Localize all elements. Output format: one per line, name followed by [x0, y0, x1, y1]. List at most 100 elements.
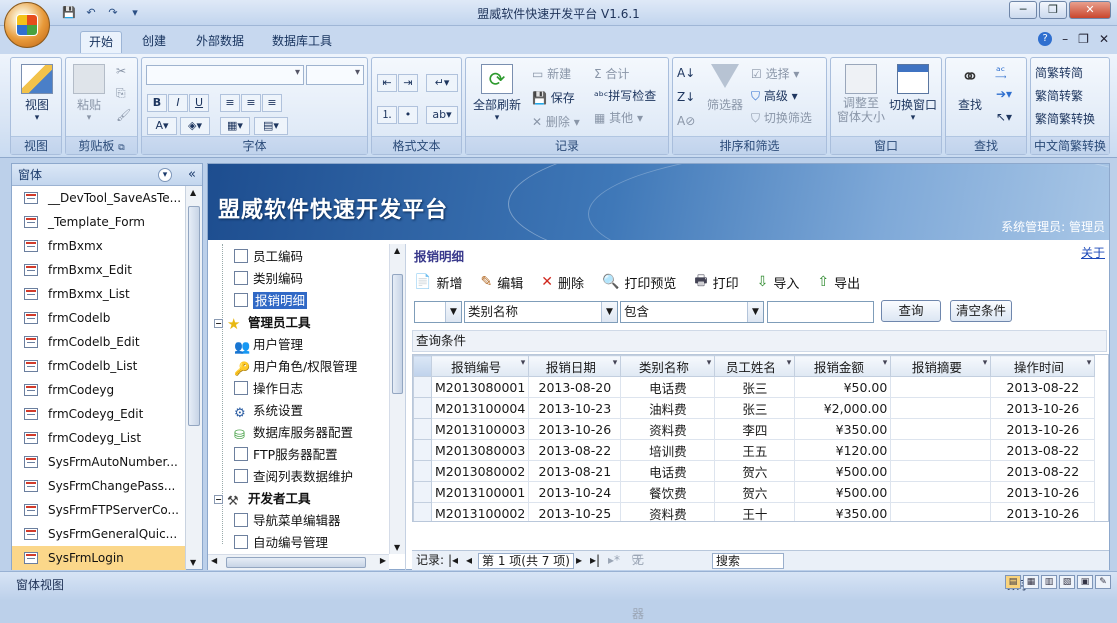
italic-icon[interactable]: I — [168, 94, 188, 112]
table-row[interactable]: M2013080001 2013-08-20 电话费 张三 ¥50.00 2013-08-… — [413, 376, 1096, 398]
add-button[interactable]: 📄 新增 — [414, 270, 462, 294]
table-cell[interactable]: 贺六 — [714, 481, 796, 503]
table-cell[interactable]: ¥500.00 — [794, 460, 892, 482]
table-cell[interactable]: 餐饮费 — [620, 481, 716, 503]
filter-field-combo[interactable]: 类别名称 ▼ — [464, 301, 618, 323]
nav-item[interactable]: SysFrmAutoNumber... — [12, 450, 186, 474]
totals-button[interactable]: Σ 合计 — [594, 65, 629, 82]
ribbon-minimize-icon[interactable]: – — [1062, 32, 1068, 46]
filter-value-input[interactable] — [767, 301, 874, 323]
nav-dropdown-icon[interactable]: ▾ — [158, 168, 172, 182]
datasheet-view-icon[interactable]: ▦ — [1023, 575, 1039, 589]
row-selector[interactable] — [413, 460, 432, 482]
nav-item[interactable]: frmCodeyg_List — [12, 426, 186, 450]
clear-conditions-button[interactable]: 清空条件 — [950, 300, 1012, 322]
table-cell[interactable] — [890, 397, 992, 419]
design-view-icon[interactable]: ✎ — [1095, 575, 1111, 589]
tree-vscrollbar[interactable]: ▲ ▼ — [389, 244, 405, 554]
table-cell[interactable]: ¥2,000.00 — [794, 397, 892, 419]
selection-button[interactable]: ☑ 选择 ▾ — [751, 65, 799, 82]
table-cell[interactable]: 2013-10-26 — [990, 481, 1096, 503]
table-cell[interactable]: M2013100004 — [430, 397, 530, 419]
table-cell[interactable]: 2013-10-26 — [528, 418, 622, 440]
row-selector[interactable] — [413, 397, 432, 419]
font-size-combo[interactable] — [306, 65, 364, 85]
switch-window-button[interactable]: 切换窗口 ▾ — [887, 64, 939, 123]
tree-node[interactable]: − ★ 管理员工具 — [214, 312, 311, 334]
ribbon-restore-icon[interactable]: ❐ — [1078, 32, 1089, 46]
table-row[interactable]: M2013100004 2013-10-23 油料费 张三 ¥2,000.00 2013-… — [413, 397, 1096, 419]
table-cell[interactable]: ¥350.00 — [794, 502, 892, 521]
table-cell[interactable]: ¥350.00 — [794, 418, 892, 440]
row-selector[interactable] — [413, 418, 432, 440]
tab-database-tools[interactable]: 数据库工具 — [264, 31, 340, 53]
table-cell[interactable]: 2013-08-20 — [528, 376, 622, 398]
record-search-input[interactable]: 搜索 — [712, 553, 784, 569]
tree-hscroll-thumb[interactable] — [226, 557, 366, 568]
edit-button[interactable]: ✎ 编辑 — [480, 270, 523, 294]
delete-button[interactable]: ✕ 删除 — [541, 270, 584, 294]
rtl-icon[interactable]: ↵▾ — [426, 74, 458, 92]
font-family-combo[interactable] — [146, 65, 304, 85]
table-cell[interactable]: 2013-08-22 — [990, 376, 1096, 398]
table-cell[interactable]: 资料费 — [620, 418, 716, 440]
nav-item[interactable]: SysFrmChangePass... — [12, 474, 186, 498]
new-record-nav-icon[interactable]: ▸* — [608, 551, 620, 569]
office-button[interactable] — [4, 2, 50, 48]
nav-item[interactable]: frmCodeyg — [12, 378, 186, 402]
underline-icon[interactable]: U — [189, 94, 209, 112]
table-row[interactable]: M2013100003 2013-10-26 资料费 李四 ¥350.00 2013-10… — [413, 418, 1096, 440]
table-cell[interactable]: 2013-10-26 — [990, 397, 1096, 419]
table-cell[interactable]: 电话费 — [620, 460, 716, 482]
table-cell[interactable] — [890, 439, 992, 461]
table-cell[interactable]: 2013-08-21 — [528, 460, 622, 482]
bullets-icon[interactable]: • — [398, 106, 418, 124]
nav-item[interactable]: frmBxmx_List — [12, 282, 186, 306]
scroll-down-icon[interactable]: ▼ — [394, 543, 400, 552]
next-record-icon[interactable]: ▸ — [576, 551, 582, 569]
scroll-up-icon[interactable]: ▲ — [190, 188, 196, 197]
table-cell[interactable]: 2013-10-23 — [528, 397, 622, 419]
fit-to-form-button[interactable]: 调整至 窗体大小 — [835, 64, 887, 124]
align-left-icon[interactable]: ≡ — [220, 94, 240, 112]
tree-node[interactable]: 导航菜单编辑器 — [230, 510, 341, 532]
table-cell[interactable]: ¥120.00 — [794, 439, 892, 461]
table-cell[interactable] — [890, 418, 992, 440]
nav-item[interactable]: frmCodeyg_Edit — [12, 402, 186, 426]
cut-icon[interactable]: ✂ — [116, 64, 126, 78]
nav-item[interactable]: frmBxmx — [12, 234, 186, 258]
font-color-icon[interactable]: A▾ — [147, 117, 177, 135]
numbering-icon[interactable]: ⒈ — [377, 106, 397, 124]
copy-icon[interactable]: ⎘ — [116, 86, 126, 101]
column-header[interactable]: 报销编号 — [430, 355, 530, 377]
table-cell[interactable]: 2013-10-24 — [528, 481, 622, 503]
sort-ascending-icon[interactable]: A↓ — [677, 66, 695, 80]
table-row[interactable]: M2013100001 2013-10-24 餐饮费 贺六 ¥500.00 2013-10… — [413, 481, 1096, 503]
collapse-toggle-icon[interactable]: − — [214, 495, 223, 504]
clear-sort-icon[interactable]: A⊘ — [677, 114, 695, 128]
nav-item[interactable]: frmCodelb_Edit — [12, 330, 186, 354]
minimize-button[interactable]: ─ — [1009, 1, 1037, 19]
table-cell[interactable] — [890, 376, 992, 398]
alt-row-color-icon[interactable]: ▤▾ — [254, 117, 288, 135]
find-button[interactable]: ⚭ 查找 — [950, 64, 990, 113]
column-header[interactable]: 员工姓名 — [714, 355, 796, 377]
filter-button[interactable]: 筛选器 — [703, 64, 747, 113]
column-header[interactable]: 报销摘要 — [890, 355, 992, 377]
table-cell[interactable]: 2013-08-22 — [990, 439, 1096, 461]
column-header[interactable]: 操作时间 — [990, 355, 1096, 377]
view-button[interactable]: 视图 ▾ — [17, 64, 57, 123]
refresh-all-button[interactable]: ⟳ 全部刷新 ▾ — [470, 64, 524, 123]
table-cell[interactable] — [890, 481, 992, 503]
prev-record-icon[interactable]: ◂ — [466, 551, 472, 569]
first-record-icon[interactable]: |◂ — [448, 551, 458, 569]
table-cell[interactable]: 2013-10-25 — [528, 502, 622, 521]
highlight-icon[interactable]: ab▾ — [426, 106, 458, 124]
table-cell[interactable]: 张三 — [714, 376, 796, 398]
table-cell[interactable]: ¥50.00 — [794, 376, 892, 398]
nav-scrollbar[interactable]: ▲ ▼ — [185, 186, 202, 569]
nav-item[interactable]: SysFrmGeneralQuic... — [12, 522, 186, 546]
nav-item[interactable]: SysFrmLogin — [12, 546, 186, 570]
layout-view-icon[interactable]: ▣ — [1077, 575, 1093, 589]
paste-button[interactable]: 粘贴 ▾ — [72, 64, 106, 123]
